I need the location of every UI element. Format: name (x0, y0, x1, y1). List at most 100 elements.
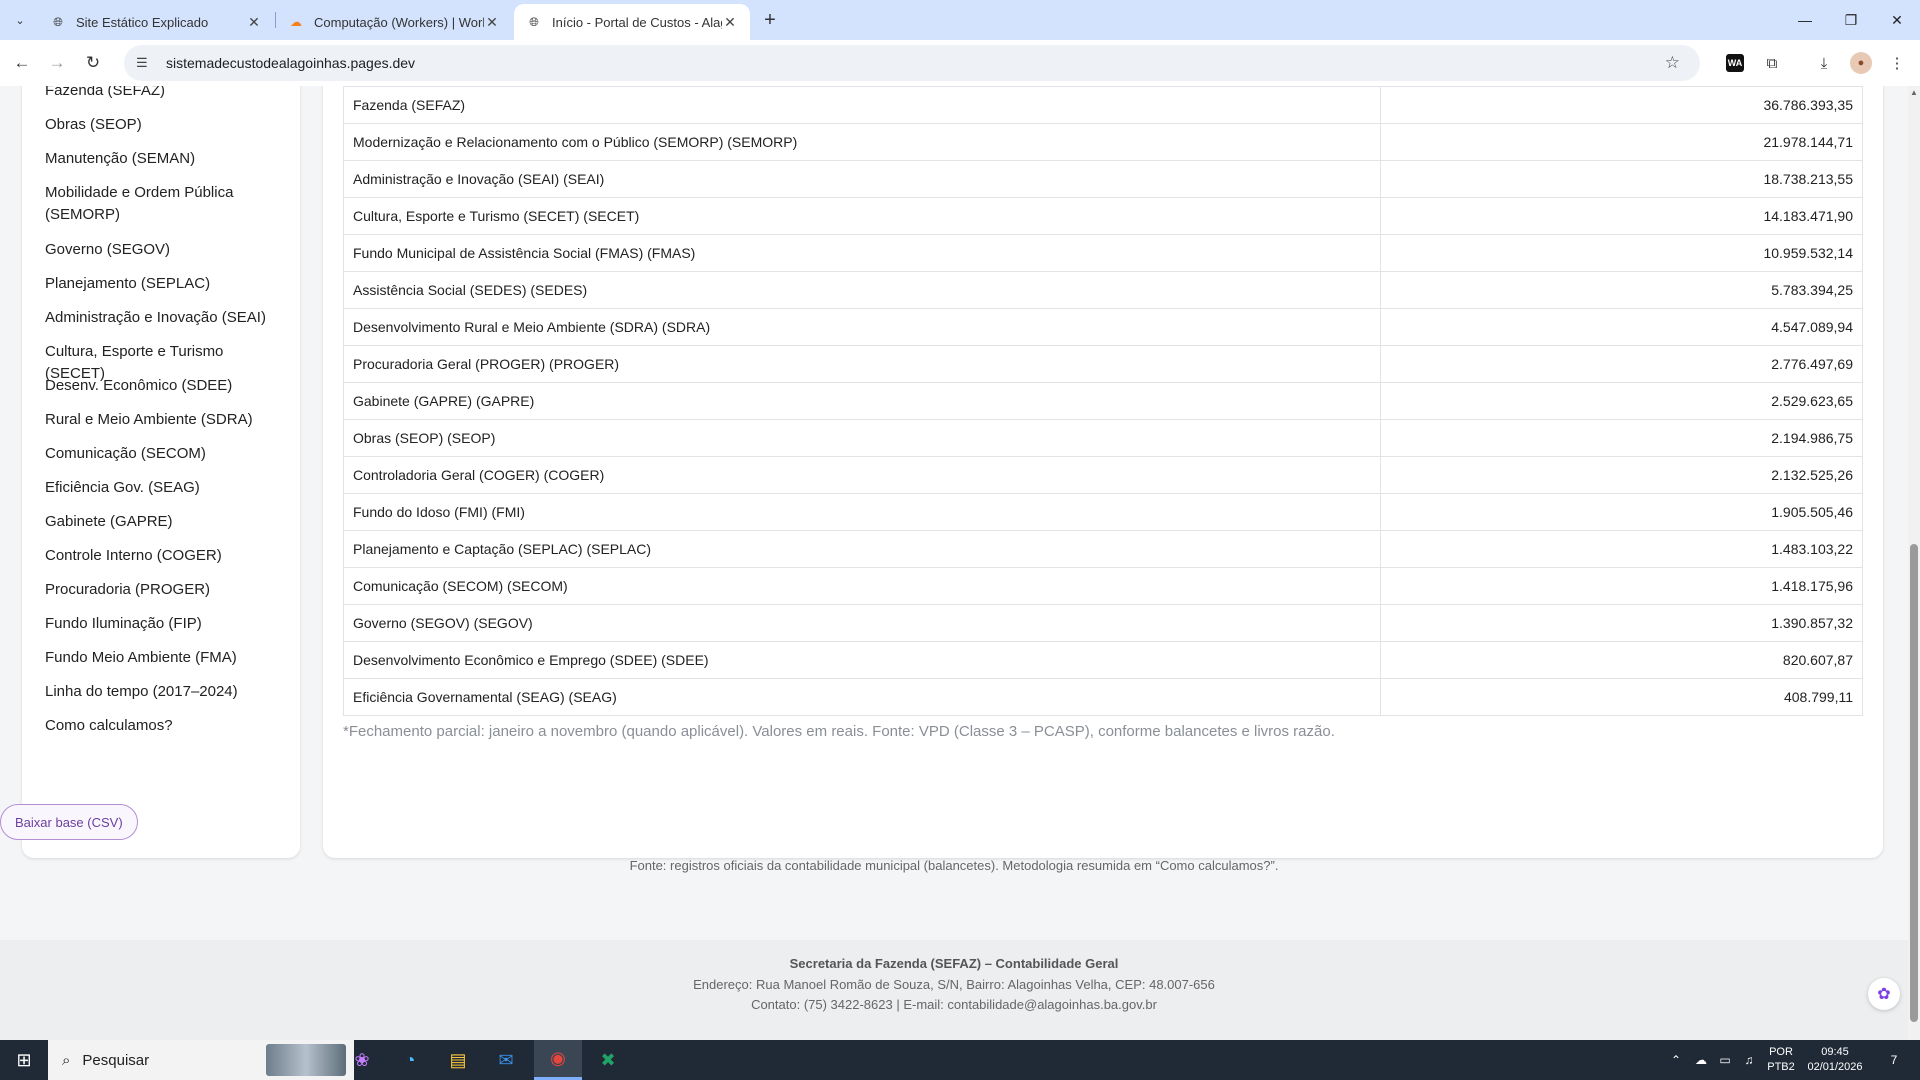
table-row: Modernização e Relacionamento com o Públ… (343, 123, 1863, 161)
browser-toolbar: ← → ↻ ☰ sistemadecustodealagoinhas.pages… (0, 40, 1920, 86)
footer-address: Endereço: Rua Manoel Romão de Souza, S/N… (693, 977, 1215, 992)
sidebar-item-segov[interactable]: Governo (SEGOV) (45, 239, 285, 261)
sidebar-item-sdra[interactable]: Rural e Meio Ambiente (SDRA) (45, 409, 285, 431)
tab-site-estatico[interactable]: 🌐︎ Site Estático Explicado ✕ (38, 4, 274, 40)
profile-avatar-icon[interactable]: ● (1850, 52, 1872, 74)
footer-title: Secretaria da Fazenda (SEFAZ) – Contabil… (789, 956, 1119, 971)
row-secretariat-name: Assistência Social (SEDES) (SEDES) (343, 271, 1381, 309)
tab-workers[interactable]: ☁ Computação (Workers) | Worke ✕ (276, 4, 512, 40)
globe-icon: 🌐︎ (53, 14, 63, 29)
sidebar-item-seai[interactable]: Administração e Inovação (SEAI) (45, 307, 285, 329)
scroll-up-arrow-icon[interactable]: ▲ (1908, 88, 1920, 97)
download-icon[interactable]: ⤓ (1812, 51, 1836, 75)
row-secretariat-name: Administração e Inovação (SEAI) (SEAI) (343, 160, 1381, 198)
table-footnote: *Fechamento parcial: janeiro a novembro … (343, 723, 1335, 740)
row-cost-value: 2.529.623,65 (1380, 382, 1863, 420)
sidebar-item-seman[interactable]: Manutenção (SEMAN) (45, 148, 285, 170)
table-row: Fundo do Idoso (FMI) (FMI) 1.905.505,46 (343, 493, 1863, 531)
sidebar-item-semorp[interactable]: Mobilidade e Ordem Pública (SEMORP) (45, 182, 245, 226)
row-secretariat-name: Procuradoria Geral (PROGER) (PROGER) (343, 345, 1381, 383)
sidebar-item-timeline[interactable]: Linha do tempo (2017–2024) (45, 681, 285, 703)
scrollbar-thumb[interactable] (1910, 544, 1918, 1022)
wa-extension-icon[interactable]: WA (1726, 54, 1744, 72)
row-cost-value: 4.547.089,94 (1380, 308, 1863, 346)
download-csv-button[interactable]: Baixar base (CSV) (0, 804, 138, 840)
sidebar-item-methodology[interactable]: Como calculamos? (45, 715, 285, 737)
file-explorer-icon[interactable]: ▤ (434, 1040, 482, 1080)
bookmark-star-icon[interactable]: ☆ (1665, 53, 1680, 73)
tab-search-chevron-icon[interactable]: ⌄ (8, 8, 32, 32)
table-row: Controladoria Geral (COGER) (COGER) 2.132… (343, 456, 1863, 494)
keyboard-layout: PTB2 (1767, 1061, 1795, 1073)
page-viewport: Fazenda (SEFAZ) Obras (SEOP) Manutenção … (0, 86, 1920, 1040)
edge-icon[interactable]: ◔ (386, 1040, 434, 1080)
extensions-puzzle-icon[interactable]: ⧉ (1760, 51, 1784, 75)
row-secretariat-name: Governo (SEGOV) (SEGOV) (343, 604, 1381, 642)
table-row: Fazenda (SEFAZ) 36.786.393,35 (343, 86, 1863, 124)
site-settings-icon[interactable]: ☰ (136, 55, 156, 71)
url-text[interactable]: sistemadecustodealagoinhas.pages.dev (166, 55, 415, 71)
sidebar-item-coger[interactable]: Controle Interno (COGER) (45, 545, 285, 567)
sidebar-item-proger[interactable]: Procuradoria (PROGER) (45, 579, 285, 601)
restore-icon[interactable]: ❐ (1828, 0, 1874, 40)
assistant-bubble-icon[interactable]: ✿ (1868, 978, 1900, 1010)
onedrive-icon[interactable]: ☁ (1690, 1040, 1712, 1080)
new-tab-plus-icon[interactable]: + (758, 8, 782, 32)
input-language[interactable]: POR PTB2 (1764, 1045, 1798, 1075)
table-row: Desenvolvimento Rural e Meio Ambiente (S… (343, 308, 1863, 346)
close-window-icon[interactable]: ✕ (1874, 0, 1920, 40)
row-cost-value: 21.978.144,71 (1380, 123, 1863, 161)
sidebar-item-fip[interactable]: Fundo Iluminação (FIP) (45, 613, 285, 635)
sidebar-item-sdee[interactable]: Desenv. Econômico (SDEE) (45, 375, 285, 397)
minimize-icon[interactable]: — (1782, 0, 1828, 40)
close-tab-icon[interactable]: ✕ (246, 14, 262, 31)
sidebar-item-seplac[interactable]: Planejamento (SEPLAC) (45, 273, 285, 295)
forward-arrow-icon[interactable]: → (45, 51, 69, 75)
table-row: Assistência Social (SEDES) (SEDES) 5.783.… (343, 271, 1863, 309)
excel-icon[interactable]: ✖ (584, 1040, 632, 1080)
clock-date: 02/01/2026 (1807, 1061, 1863, 1073)
row-secretariat-name: Modernização e Relacionamento com o Públ… (343, 123, 1381, 161)
page-footer: Secretaria da Fazenda (SEFAZ) – Contabil… (0, 940, 1908, 1040)
address-bar[interactable]: ☰ sistemadecustodealagoinhas.pages.dev ☆ (124, 45, 1700, 81)
close-tab-icon[interactable]: ✕ (722, 14, 738, 31)
notification-center-icon[interactable]: 7 (1876, 1040, 1912, 1080)
cloudflare-icon: ☁ (290, 15, 302, 29)
search-highlight-image (266, 1044, 346, 1076)
table-row: Eficiência Governamental (SEAG) (SEAG) 40… (343, 678, 1863, 716)
table-row: Obras (SEOP) (SEOP) 2.194.986,75 (343, 419, 1863, 457)
footer-contact: Contato: (75) 3422-8623 | E-mail: contab… (751, 997, 1157, 1012)
row-cost-value: 36.786.393,35 (1380, 86, 1863, 124)
row-secretariat-name: Controladoria Geral (COGER) (COGER) (343, 456, 1381, 494)
row-secretariat-name: Fazenda (SEFAZ) (343, 86, 1381, 124)
copilot-icon[interactable]: ❀ (338, 1040, 386, 1080)
notification-count: 7 (1890, 1053, 1898, 1067)
volume-icon[interactable]: ♫ (1738, 1040, 1760, 1080)
reload-icon[interactable]: ↻ (81, 51, 105, 75)
sidebar-item-seop[interactable]: Obras (SEOP) (45, 114, 285, 136)
sidebar-item-secom[interactable]: Comunicação (SECOM) (45, 443, 285, 465)
windows-start-icon[interactable]: ⊞ (0, 1040, 48, 1080)
os-taskbar: ⊞ ⌕ Pesquisar ❀ ◔ ▤ ✉ ◉ ✖ ⌃ ☁ ▭ ♫ POR PT… (0, 1040, 1920, 1080)
sidebar-item-fma[interactable]: Fundo Meio Ambiente (FMA) (45, 647, 285, 669)
tray-chevron-up-icon[interactable]: ⌃ (1666, 1040, 1686, 1080)
row-secretariat-name: Comunicação (SECOM) (SECOM) (343, 567, 1381, 605)
page-scrollbar[interactable]: ▲ (1908, 86, 1920, 1040)
chrome-icon[interactable]: ◉ (534, 1040, 582, 1080)
close-tab-icon[interactable]: ✕ (484, 14, 500, 31)
sidebar-item-seag[interactable]: Eficiência Gov. (SEAG) (45, 477, 285, 499)
globe-icon: 🌐︎ (529, 14, 539, 29)
taskbar-search[interactable]: ⌕ Pesquisar (48, 1040, 354, 1080)
table-row: Administração e Inovação (SEAI) (SEAI) 18… (343, 160, 1863, 198)
tab-portal-custos[interactable]: 🌐︎ Início - Portal de Custos - Alago ✕ (514, 4, 750, 40)
row-cost-value: 10.959.532,14 (1380, 234, 1863, 272)
back-arrow-icon[interactable]: ← (10, 51, 34, 75)
row-secretariat-name: Fundo do Idoso (FMI) (FMI) (343, 493, 1381, 531)
outlook-icon[interactable]: ✉ (482, 1040, 530, 1080)
sidebar-item-gapre[interactable]: Gabinete (GAPRE) (45, 511, 285, 533)
clock[interactable]: 09:45 02/01/2026 (1800, 1045, 1870, 1075)
sidebar-item-sefaz[interactable]: Fazenda (SEFAZ) (45, 86, 285, 102)
sidebar: Fazenda (SEFAZ) Obras (SEOP) Manutenção … (22, 86, 300, 858)
menu-dots-icon[interactable]: ⋮ (1885, 51, 1909, 75)
network-icon[interactable]: ▭ (1714, 1040, 1736, 1080)
